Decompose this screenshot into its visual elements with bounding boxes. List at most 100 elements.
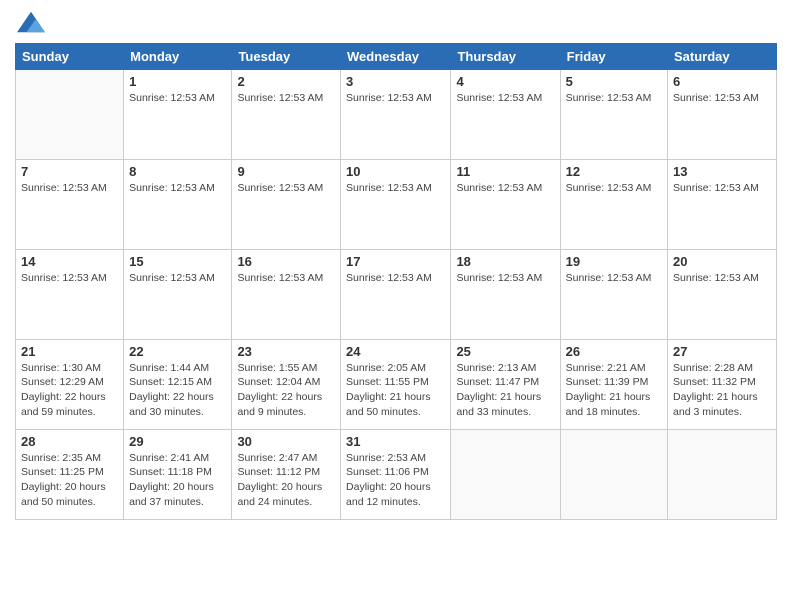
calendar-cell: 2 Sunrise: 12:53 AM	[232, 69, 341, 159]
day-number: 18	[456, 254, 554, 269]
day-info: Sunrise: 12:53 AM	[21, 271, 118, 286]
calendar-cell: 18 Sunrise: 12:53 AM	[451, 249, 560, 339]
day-number: 21	[21, 344, 118, 359]
day-info: Sunrise: 12:53 AM	[346, 271, 445, 286]
day-number: 30	[237, 434, 335, 449]
calendar-cell: 21 Sunrise: 1:30 AM Sunset: 12:29 AM Dayl…	[16, 339, 124, 429]
logo	[15, 14, 45, 39]
calendar-cell: 23 Sunrise: 1:55 AM Sunset: 12:04 AM Dayl…	[232, 339, 341, 429]
calendar-cell: 13 Sunrise: 12:53 AM	[668, 159, 777, 249]
calendar-cell: 17 Sunrise: 12:53 AM	[341, 249, 451, 339]
calendar-cell: 22 Sunrise: 1:44 AM Sunset: 12:15 AM Dayl…	[124, 339, 232, 429]
day-number: 12	[566, 164, 662, 179]
day-number: 10	[346, 164, 445, 179]
day-number: 23	[237, 344, 335, 359]
day-info: Sunrise: 12:53 AM	[673, 181, 771, 196]
calendar-cell: 1Sunrise: 12:53 AM	[124, 69, 232, 159]
day-number: 7	[21, 164, 118, 179]
day-info: Sunrise: 12:53 AM	[237, 91, 335, 106]
calendar-cell: 12 Sunrise: 12:53 AM	[560, 159, 667, 249]
calendar-cell: 7 Sunrise: 12:53 AM	[16, 159, 124, 249]
day-number: 28	[21, 434, 118, 449]
day-number: 4	[456, 74, 554, 89]
day-info: Sunrise: 12:53 AM	[456, 271, 554, 286]
calendar-cell	[451, 429, 560, 519]
day-info: Sunrise: 2:05 AM Sunset: 11:55 PM Daylig…	[346, 361, 445, 420]
column-header-saturday: Saturday	[668, 43, 777, 69]
column-header-wednesday: Wednesday	[341, 43, 451, 69]
calendar-cell: 8 Sunrise: 12:53 AM	[124, 159, 232, 249]
calendar-cell: 6 Sunrise: 12:53 AM	[668, 69, 777, 159]
day-number: 25	[456, 344, 554, 359]
day-number: 20	[673, 254, 771, 269]
column-header-tuesday: Tuesday	[232, 43, 341, 69]
calendar-cell	[668, 429, 777, 519]
day-info: Sunrise: 2:21 AM Sunset: 11:39 PM Daylig…	[566, 361, 662, 420]
calendar-cell: 5 Sunrise: 12:53 AM	[560, 69, 667, 159]
day-info: Sunrise: 12:53 AM	[346, 91, 445, 106]
calendar-cell: 10Sunrise: 12:53 AM	[341, 159, 451, 249]
day-number: 31	[346, 434, 445, 449]
calendar-cell: 3 Sunrise: 12:53 AM	[341, 69, 451, 159]
day-info: Sunrise: 2:41 AM Sunset: 11:18 PM Daylig…	[129, 451, 226, 510]
calendar-cell	[560, 429, 667, 519]
day-info: Sunrise: 2:53 AM Sunset: 11:06 PM Daylig…	[346, 451, 445, 510]
calendar-cell: 31 Sunrise: 2:53 AM Sunset: 11:06 PM Dayl…	[341, 429, 451, 519]
day-number: 11	[456, 164, 554, 179]
column-header-monday: Monday	[124, 43, 232, 69]
day-info: Sunrise: 12:53 AM	[456, 181, 554, 196]
day-number: 1	[129, 74, 226, 89]
calendar-cell: 24Sunrise: 2:05 AM Sunset: 11:55 PM Dayl…	[341, 339, 451, 429]
calendar-cell: 28 Sunrise: 2:35 AM Sunset: 11:25 PM Dayl…	[16, 429, 124, 519]
day-info: Sunrise: 12:53 AM	[21, 181, 118, 196]
day-number: 2	[237, 74, 335, 89]
day-info: Sunrise: 12:53 AM	[129, 181, 226, 196]
day-info: Sunrise: 1:55 AM Sunset: 12:04 AM Daylig…	[237, 361, 335, 420]
day-info: Sunrise: 12:53 AM	[673, 271, 771, 286]
day-info: Sunrise: 12:53 AM	[566, 271, 662, 286]
day-number: 26	[566, 344, 662, 359]
day-info: Sunrise: 12:53 AM	[237, 271, 335, 286]
calendar-cell: 15 Sunrise: 12:53 AM	[124, 249, 232, 339]
calendar-cell: 26 Sunrise: 2:21 AM Sunset: 11:39 PM Dayl…	[560, 339, 667, 429]
day-number: 5	[566, 74, 662, 89]
day-info: Sunrise: 1:44 AM Sunset: 12:15 AM Daylig…	[129, 361, 226, 420]
day-number: 15	[129, 254, 226, 269]
day-info: Sunrise: 2:35 AM Sunset: 11:25 PM Daylig…	[21, 451, 118, 510]
day-number: 6	[673, 74, 771, 89]
calendar-cell: 19 Sunrise: 12:53 AM	[560, 249, 667, 339]
day-number: 29	[129, 434, 226, 449]
calendar-cell: 27Sunrise: 2:28 AM Sunset: 11:32 PM Dayl…	[668, 339, 777, 429]
day-number: 8	[129, 164, 226, 179]
day-number: 3	[346, 74, 445, 89]
day-number: 16	[237, 254, 335, 269]
logo-icon	[17, 10, 45, 34]
column-header-thursday: Thursday	[451, 43, 560, 69]
day-number: 14	[21, 254, 118, 269]
day-info: Sunrise: 1:30 AM Sunset: 12:29 AM Daylig…	[21, 361, 118, 420]
column-header-sunday: Sunday	[16, 43, 124, 69]
day-info: Sunrise: 12:53 AM	[566, 91, 662, 106]
calendar-cell: 25 Sunrise: 2:13 AM Sunset: 11:47 PM Dayl…	[451, 339, 560, 429]
day-info: Sunrise: 2:13 AM Sunset: 11:47 PM Daylig…	[456, 361, 554, 420]
calendar-table: SundayMondayTuesdayWednesdayThursdayFrid…	[15, 43, 777, 520]
calendar-cell: 30 Sunrise: 2:47 AM Sunset: 11:12 PM Dayl…	[232, 429, 341, 519]
day-number: 22	[129, 344, 226, 359]
calendar-cell: 29 Sunrise: 2:41 AM Sunset: 11:18 PM Dayl…	[124, 429, 232, 519]
calendar-cell: 9 Sunrise: 12:53 AM	[232, 159, 341, 249]
day-info: Sunrise: 12:53 AM	[237, 181, 335, 196]
day-info: Sunrise: 12:53 AM	[673, 91, 771, 106]
calendar-cell: 11 Sunrise: 12:53 AM	[451, 159, 560, 249]
day-number: 17	[346, 254, 445, 269]
day-info: Sunrise: 2:28 AM Sunset: 11:32 PM Daylig…	[673, 361, 771, 420]
column-header-friday: Friday	[560, 43, 667, 69]
day-number: 13	[673, 164, 771, 179]
day-info: Sunrise: 12:53 AM	[129, 271, 226, 286]
day-number: 19	[566, 254, 662, 269]
day-number: 9	[237, 164, 335, 179]
calendar-cell: 14 Sunrise: 12:53 AM	[16, 249, 124, 339]
day-info: Sunrise: 2:47 AM Sunset: 11:12 PM Daylig…	[237, 451, 335, 510]
day-info: Sunrise: 12:53 AM	[456, 91, 554, 106]
calendar-cell: 4 Sunrise: 12:53 AM	[451, 69, 560, 159]
day-info: Sunrise: 12:53 AM	[566, 181, 662, 196]
